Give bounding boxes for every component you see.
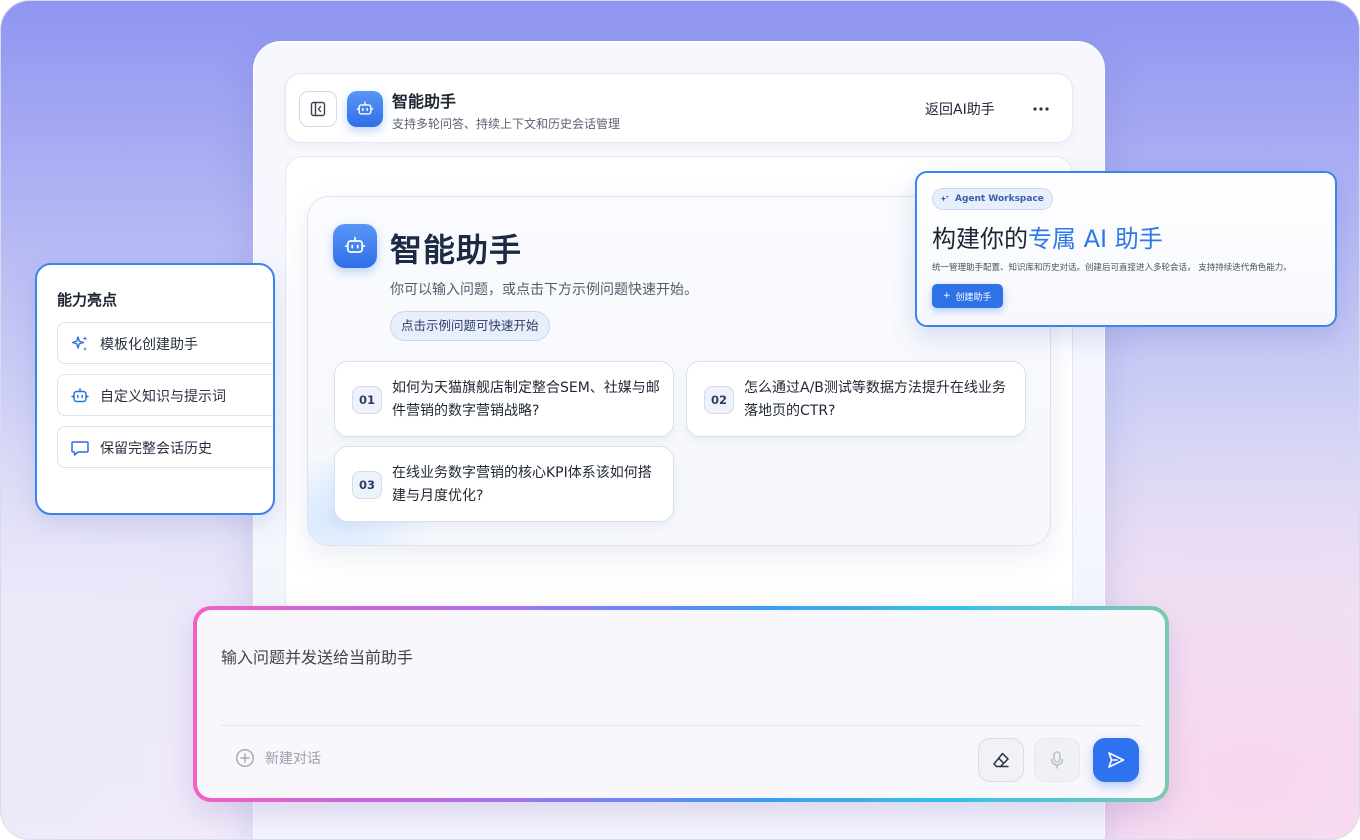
new-chat-button[interactable]: 新建对话 xyxy=(235,748,321,768)
capabilities-title: 能力亮点 xyxy=(57,291,118,309)
agent-workspace-card: Agent Workspace 构建你的专属 AI 助手 统一管理助手配置、知识… xyxy=(915,171,1337,327)
sparkles-icon xyxy=(70,334,90,354)
robot-icon xyxy=(356,101,374,115)
send-button[interactable] xyxy=(1093,738,1139,782)
capability-item: 保留完整会话历史 xyxy=(57,426,273,468)
welcome-subtitle: 你可以输入问题，或点击下方示例问题快速开始。 xyxy=(390,282,698,298)
robot-icon xyxy=(70,386,90,406)
message-composer: 输入问题并发送给当前助手 新建对话 xyxy=(193,606,1169,802)
agent-workspace-chip: Agent Workspace xyxy=(932,188,1053,210)
capability-item: 模板化创建助手 xyxy=(57,322,273,364)
capability-label: 自定义知识与提示词 xyxy=(100,389,226,405)
app-background: 智能助手 支持多轮问答、持续上下文和历史会话管理 返回AI助手 智能助手 你可以… xyxy=(0,0,1360,840)
composer-divider xyxy=(221,725,1141,726)
composer-body: 输入问题并发送给当前助手 新建对话 xyxy=(197,610,1165,798)
voice-input-button[interactable] xyxy=(1034,738,1080,782)
back-to-ai-assistant-link[interactable]: 返回AI助手 xyxy=(925,99,995,119)
send-icon xyxy=(1108,752,1125,768)
welcome-title: 智能助手 xyxy=(390,231,523,269)
sidebar-toggle-button[interactable] xyxy=(299,91,337,127)
capabilities-card: 能力亮点 模板化创建助手 自定义知识与提示词 保留完整会话历史 xyxy=(35,263,275,515)
create-assistant-button[interactable]: + 创建助手 xyxy=(932,284,1003,308)
new-chat-label: 新建对话 xyxy=(265,751,321,767)
chat-bubble-icon xyxy=(70,438,90,458)
question-text: 在线业务数字营销的核心KPI体系该如何搭建与月度优化? xyxy=(392,465,652,504)
example-hint-chip: 点击示例问题可快速开始 xyxy=(390,311,550,341)
eraser-icon xyxy=(993,752,1009,768)
question-text: 如何为天猫旗舰店制定整合SEM、社媒与邮件营销的数字营销战略? xyxy=(392,380,660,419)
agent-card-description: 统一管理助手配置、知识库和历史对话。创建后可直接进入多轮会话， 支持持续迭代角色… xyxy=(932,263,1292,273)
agent-card-title: 构建你的专属 AI 助手 xyxy=(932,219,1163,254)
plus-icon: + xyxy=(943,291,951,301)
more-options-button[interactable] xyxy=(1026,96,1056,122)
robot-icon xyxy=(344,236,366,253)
example-question-card[interactable]: 01 如何为天猫旗舰店制定整合SEM、社媒与邮件营销的数字营销战略? xyxy=(334,361,674,437)
question-number: 03 xyxy=(352,471,382,499)
capability-item: 自定义知识与提示词 xyxy=(57,374,273,416)
example-question-card[interactable]: 03 在线业务数字营销的核心KPI体系该如何搭建与月度优化? xyxy=(334,446,674,522)
microphone-icon xyxy=(1050,751,1064,769)
create-assistant-label: 创建助手 xyxy=(955,292,992,303)
assistant-header: 智能助手 支持多轮问答、持续上下文和历史会话管理 返回AI助手 xyxy=(285,73,1073,143)
clear-input-button[interactable] xyxy=(978,738,1024,782)
question-number: 01 xyxy=(352,386,382,414)
header-title: 智能助手 xyxy=(392,92,457,111)
agent-card-title-prefix: 构建你的 xyxy=(932,225,1028,253)
question-number: 02 xyxy=(704,386,734,414)
example-question-card[interactable]: 02 怎么通过A/B测试等数据方法提升在线业务落地页的CTR? xyxy=(686,361,1026,437)
sidebar-collapse-icon xyxy=(310,101,326,117)
header-subtitle: 支持多轮问答、持续上下文和历史会话管理 xyxy=(392,117,621,131)
more-horizontal-icon xyxy=(1033,107,1049,111)
question-text: 怎么通过A/B测试等数据方法提升在线业务落地页的CTR? xyxy=(744,380,1006,419)
agent-workspace-chip-label: Agent Workspace xyxy=(955,194,1044,204)
sparkles-icon xyxy=(940,194,949,202)
capability-label: 模板化创建助手 xyxy=(100,337,198,353)
welcome-assistant-avatar xyxy=(333,224,377,268)
assistant-avatar xyxy=(347,91,383,127)
capability-label: 保留完整会话历史 xyxy=(100,441,212,457)
agent-card-title-highlight: 专属 AI 助手 xyxy=(1028,225,1163,253)
plus-circle-icon xyxy=(235,748,255,768)
message-input[interactable]: 输入问题并发送给当前助手 xyxy=(221,644,413,668)
